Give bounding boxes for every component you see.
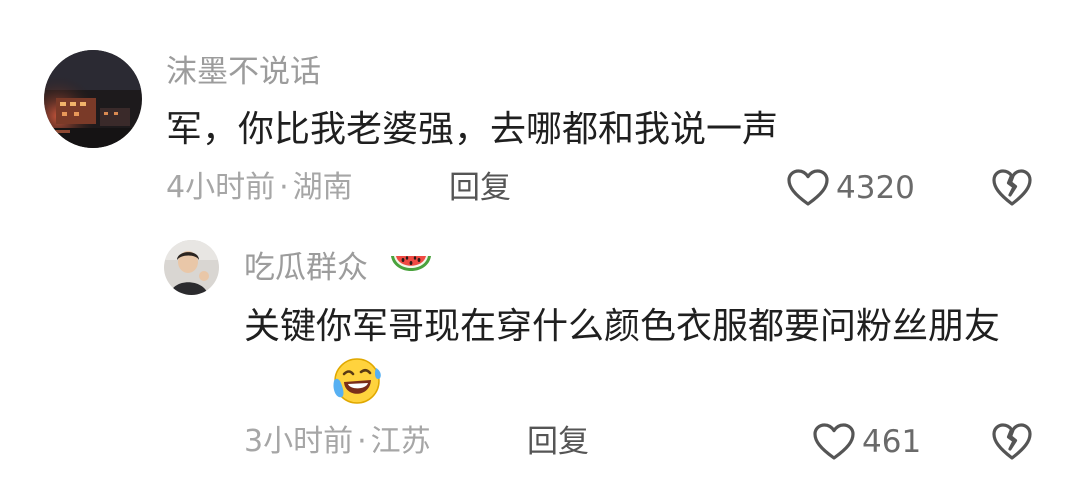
heart-outline-icon: [787, 169, 829, 206]
meta-separator: ·: [357, 424, 367, 459]
reply-text: 关键你军哥现在穿什么颜色衣服都要问粉丝朋友: [244, 306, 1001, 347]
broken-heart-icon: [992, 423, 1032, 460]
reply-button[interactable]: 回复: [449, 166, 511, 210]
comment-username[interactable]: 沫墨不说话: [166, 50, 321, 94]
laughing-crying-emoji-icon: [330, 355, 382, 407]
like-count: 4320: [836, 170, 915, 206]
reply-like-count: 461: [862, 424, 922, 460]
dislike-button[interactable]: [990, 166, 1034, 210]
child-photo-avatar-icon: [164, 240, 219, 295]
watermelon-icon: [388, 248, 434, 288]
reply-username[interactable]: 吃瓜群众: [244, 246, 368, 290]
reply-to-reply-button[interactable]: 回复: [527, 420, 589, 464]
comment-time: 4小时前: [166, 170, 276, 205]
broken-heart-icon: [992, 169, 1032, 206]
reply-dislike-button[interactable]: [990, 420, 1034, 464]
reply-meta: 3小时前 · 江苏: [244, 420, 431, 464]
heart-outline-icon: [813, 423, 855, 460]
reply-avatar[interactable]: [164, 240, 219, 295]
comment-text: 军，你比我老婆强，去哪都和我说一声: [166, 109, 779, 150]
meta-separator: ·: [279, 170, 289, 205]
reply-location: 江苏: [370, 424, 431, 459]
reply-like-button[interactable]: [812, 422, 856, 462]
like-button[interactable]: [786, 168, 830, 208]
comment-avatar[interactable]: [44, 50, 142, 148]
comment-meta: 4小时前 · 湖南: [166, 166, 353, 210]
reply-time: 3小时前: [244, 424, 354, 459]
night-city-avatar-icon: [44, 50, 142, 148]
comment-location: 湖南: [292, 170, 353, 205]
